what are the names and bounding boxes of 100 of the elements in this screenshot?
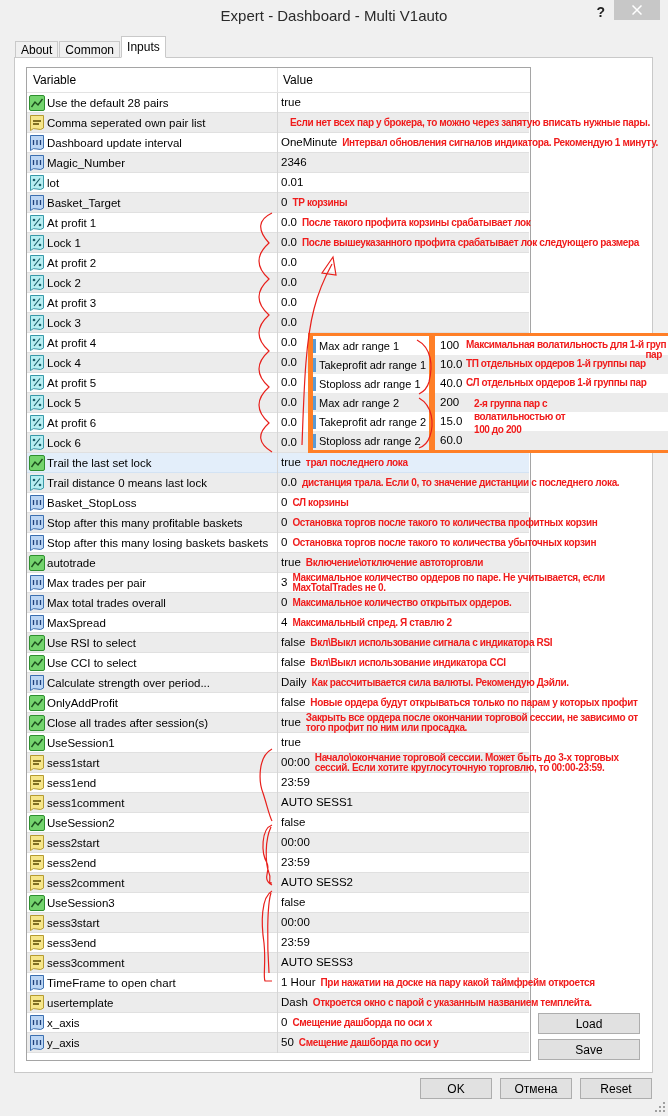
parameter-name: Max trades per pair — [47, 576, 147, 591]
parameter-row[interactable]: sess2start 00:00 — [27, 833, 529, 853]
parameter-name: lot — [47, 176, 60, 191]
parameter-value: 0 — [281, 195, 288, 210]
parameter-name: Lock 6 — [47, 436, 81, 451]
parameter-row[interactable]: sess3comment AUTO SESS3 — [27, 953, 529, 973]
parameter-row[interactable]: y_axis 50 Смещение дашборда по оси у — [27, 1033, 529, 1053]
parameter-row[interactable]: At profit 4 0.0 — [27, 333, 308, 353]
bracket-scribble — [416, 339, 432, 395]
parameter-row[interactable]: Stop after this many losing baskets baskets 0 Остановка торгов после такого то количества убыточных корзин — [27, 533, 599, 553]
parameter-row[interactable]: Lock 6 0.0 — [27, 433, 308, 453]
parameter-row[interactable]: At profit 5 0.0 — [27, 373, 308, 393]
parameter-row[interactable]: Use RSI to select false Вкл\Выкл использование сигнала с индикатора RSI — [27, 633, 555, 653]
parameter-name: UseSession1 — [47, 736, 115, 751]
percent-document-icon — [29, 415, 45, 431]
parameter-row[interactable]: Comma seperated own pair list Если нет всех пар у брокера, то можно через запятую вписать нужные пары. — [27, 113, 652, 133]
parameter-row[interactable]: Basket_Target 0 ТР корзины — [27, 193, 529, 213]
dialog-button[interactable]: Reset — [580, 1078, 652, 1099]
parameter-name: UseSession3 — [47, 896, 115, 911]
parameter-row[interactable]: TimeFrame to open chart 1 Hour При нажатии на доске на пару какой таймфрейм откроется — [27, 973, 597, 993]
parameter-value: AUTO SESS1 — [281, 795, 353, 810]
parameter-name: Takeprofit adr range 1 — [319, 358, 426, 371]
parameter-row[interactable]: Dashboard update interval OneMinute Интервал обновления сигналов индикатора. Рекомендую 1 минуту. — [27, 133, 660, 153]
chart-tile-icon — [29, 95, 45, 111]
parameter-name: Dashboard update interval — [47, 136, 182, 151]
parameter-row[interactable]: Use the default 28 pairs true — [27, 93, 529, 113]
parameter-row[interactable]: UseSession3 false — [27, 893, 529, 913]
parameter-row[interactable]: sess1start 00:00 Начало\окончание торговой сессии. Может быть до 3-х торговых сессий. Если хотите круглосуточную торговлю, то 00:00-23:59. — [27, 753, 621, 773]
parameter-row[interactable]: Lock 5 0.0 — [27, 393, 308, 413]
panel-button[interactable]: Load — [538, 1013, 640, 1034]
annotation-text: Максимальное количество открытых ордеров. — [292, 596, 512, 609]
percent-document-icon — [29, 295, 45, 311]
parameter-row[interactable]: usertemplate Dash Откроется окно с парой с указанным названием темплейта. — [27, 993, 594, 1013]
bars-document-icon — [29, 975, 45, 991]
close-button[interactable] — [614, 0, 660, 20]
parameter-row[interactable]: UseSession1 true — [27, 733, 529, 753]
parameter-row[interactable]: sess2comment AUTO SESS2 — [27, 873, 529, 893]
annotation-text: Максимальный спред. Я ставлю 2 — [292, 616, 452, 629]
percent-document-icon — [29, 335, 45, 351]
percent-document-icon — [29, 355, 45, 371]
parameter-name: sess2end — [47, 856, 97, 871]
parameter-row[interactable]: Max trades per pair 3 Максимальное количество ордеров по паре. Не учитывается, если MaxTotalTrades не 0. — [27, 573, 607, 593]
parameter-row[interactable]: Close all trades after session(s) true Закрыть все ордера после окончании торговой сессии, не зависимо от того профит по ним или просадка. — [27, 713, 640, 733]
annotation-text: Если нет всех пар у брокера, то можно через запятую вписать нужные пары. — [290, 116, 650, 129]
parameter-row[interactable]: Lock 4 0.0 — [27, 353, 308, 373]
parameter-row[interactable]: Magic_Number 2346 — [27, 153, 529, 173]
parameter-value: 0.0 — [281, 395, 297, 410]
parameter-row[interactable]: At profit 1 0.0 После такого профита корзины срабатывает лок — [27, 213, 533, 233]
help-button[interactable]: ? — [593, 4, 608, 20]
parameter-row[interactable]: Calculate strength over period... Daily Как рассчитывается сила валюты. Рекомендую Дэйли. — [27, 673, 571, 693]
parameter-value: 0 — [281, 595, 288, 610]
parameter-row[interactable]: autotrade true Включение\отключение автоторговли — [27, 553, 529, 573]
parameter-value: 2346 — [281, 155, 307, 170]
parameter-row[interactable]: Basket_StopLoss 0 СЛ корзины — [27, 493, 529, 513]
parameter-value: 0.0 — [281, 415, 297, 430]
parameter-row[interactable]: Stop after this many profitable baskets 0 Остановка торгов после такого то количества профитных корзин — [27, 513, 600, 533]
percent-document-icon — [29, 315, 45, 331]
parameter-row[interactable]: Trail distance 0 means last lock 0.0 дистанция трала. Если 0, то значение дистанции с последнего лока. — [27, 473, 622, 493]
parameter-value: 50 — [281, 1035, 294, 1050]
text-document-icon — [29, 795, 45, 811]
parameter-value: 0.0 — [281, 275, 297, 290]
resize-grip-icon[interactable] — [654, 1101, 666, 1113]
dialog-button[interactable]: Отмена — [500, 1078, 572, 1099]
panel-button[interactable]: Save — [538, 1039, 640, 1060]
text-document-icon — [29, 915, 45, 931]
parameter-name: sess3start — [47, 916, 100, 931]
parameter-row[interactable]: x_axis 0 Смещение дашборда по оси х — [27, 1013, 529, 1033]
parameter-row[interactable]: At profit 3 0.0 — [27, 293, 529, 313]
parameter-row[interactable]: MaxSpread 4 Максимальный спред. Я ставлю 2 — [27, 613, 529, 633]
parameter-row[interactable]: UseSession2 false — [27, 813, 529, 833]
parameter-row[interactable]: OnlyAddProfit false Новые ордера будут открываться только по парам у которых профит — [27, 693, 640, 713]
parameter-row[interactable]: Lock 1 0.0 После вышеуказанного профита срабатывает лок следующего размера — [27, 233, 642, 253]
parameter-value: 00:00 — [281, 755, 310, 770]
parameter-value: 0.0 — [281, 375, 297, 390]
parameter-row[interactable]: sess1end 23:59 — [27, 773, 529, 793]
parameter-row[interactable]: Lock 3 0.0 — [27, 313, 529, 333]
parameter-name: Trail the last set lock — [47, 456, 152, 471]
parameter-row[interactable]: sess1comment AUTO SESS1 — [27, 793, 529, 813]
parameter-row[interactable]: Trail the last set lock true трал последнего лока — [27, 453, 529, 473]
column-header: Variable — [27, 68, 278, 92]
parameter-row[interactable]: lot 0.01 — [27, 173, 529, 193]
annotation-text: После такого профита корзины срабатывает лок — [302, 216, 531, 229]
parameter-row[interactable]: At profit 6 0.0 — [27, 413, 308, 433]
parameter-row[interactable]: Lock 2 0.0 — [27, 273, 529, 293]
parameter-name: MaxSpread — [47, 616, 106, 631]
tab[interactable]: Common — [59, 41, 121, 58]
annotation-text: Откроется окно с парой с указанным названием темплейта. — [312, 996, 592, 1009]
tab[interactable]: About — [15, 41, 59, 58]
annotation-text: После вышеуказанного профита срабатывает лок следующего размера — [302, 236, 640, 249]
parameter-row[interactable]: sess3start 00:00 — [27, 913, 529, 933]
dialog-button[interactable]: OK — [420, 1078, 492, 1099]
parameter-row[interactable]: sess3end 23:59 — [27, 933, 529, 953]
parameter-value: 0.0 — [281, 355, 297, 370]
parameter-row[interactable]: Use CCI to select false Вкл\Выкл использование индикатора CCI — [27, 653, 529, 673]
tab[interactable]: Inputs — [121, 36, 166, 58]
parameter-row[interactable]: sess2end 23:59 — [27, 853, 529, 873]
parameter-name: Use RSI to select — [47, 636, 136, 651]
parameter-row[interactable]: At profit 2 0.0 — [27, 253, 529, 273]
parameter-row[interactable]: Max total trades overall 0 Максимальное количество открытых ордеров. — [27, 593, 529, 613]
cut-off-icon — [313, 433, 316, 448]
